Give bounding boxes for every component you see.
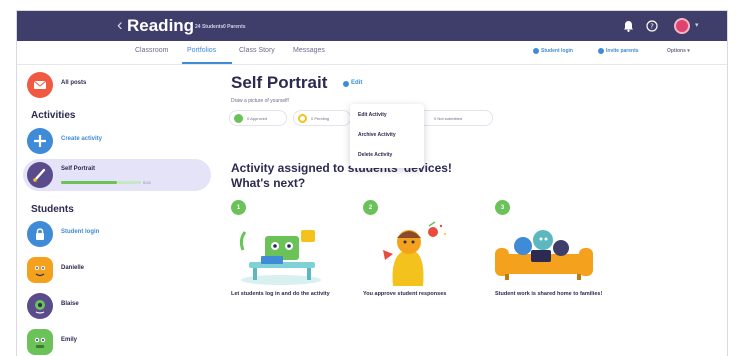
step-number: 2 xyxy=(363,200,378,215)
options-menu[interactable]: Options ▾ xyxy=(667,48,690,54)
menu-item-archive-activity[interactable]: Archive Activity xyxy=(358,132,396,138)
step-number: 3 xyxy=(495,200,510,215)
mail-icon xyxy=(27,72,53,98)
main-content: Self Portrait Edit Draw a picture of you… xyxy=(225,66,727,356)
whats-next-heading: What's next? xyxy=(231,176,306,190)
tab-class-story[interactable]: Class Story xyxy=(239,47,275,54)
pill-label: 0 Approved xyxy=(247,116,268,121)
sidebar-item-student[interactable]: Danielle xyxy=(23,254,211,286)
check-icon xyxy=(234,114,243,123)
chevron-down-icon[interactable]: ▾ xyxy=(695,21,699,29)
activity-progress-text: 0/24 xyxy=(143,180,151,185)
back-chevron-icon[interactable]: ‹ xyxy=(117,15,123,35)
active-tab-indicator xyxy=(182,62,232,64)
student-name: Blaise xyxy=(61,301,79,307)
student-name: Danielle xyxy=(61,265,85,271)
step-number: 1 xyxy=(231,200,246,215)
menu-item-delete-activity[interactable]: Delete Activity xyxy=(358,152,392,158)
parents-count[interactable]: 0 Parents xyxy=(223,24,246,30)
bell-icon[interactable] xyxy=(621,19,635,33)
status-pill-approved[interactable]: 0 Approved xyxy=(229,110,287,126)
svg-text:?: ? xyxy=(650,23,654,31)
teacher-approves-illustration xyxy=(363,220,473,293)
edit-dropdown-menu: Edit Activity Archive Activity Delete Ac… xyxy=(350,104,424,168)
sidebar-item-student[interactable]: Emily xyxy=(23,326,211,356)
sidebar: All posts Activities Create activity Sel… xyxy=(17,66,217,356)
students-heading: Students xyxy=(31,204,74,215)
activity-instructions: Draw a picture of yourself! xyxy=(231,98,290,104)
pill-label: 0 Pending xyxy=(311,116,330,121)
menu-item-edit-activity[interactable]: Edit Activity xyxy=(358,112,387,118)
sub-navigation: Classroom Portfolios Class Story Message… xyxy=(17,41,727,65)
pill-label: 0 Not submitted xyxy=(434,116,463,121)
step-caption: You approve student responses xyxy=(363,291,447,297)
page-title: Self Portrait xyxy=(231,73,328,92)
activity-progress-bar xyxy=(61,181,141,184)
status-pill-pending[interactable]: 0 Pending xyxy=(293,110,351,126)
monster-avatar-icon xyxy=(27,293,53,319)
lock-icon xyxy=(27,221,53,247)
step-card: 1 Let students log in and do the activit… xyxy=(231,200,361,320)
help-icon[interactable]: ? xyxy=(645,19,659,33)
step-card: 3 Student work is shared home to familie… xyxy=(495,200,625,320)
students-count[interactable]: 24 Students xyxy=(195,24,223,30)
sidebar-item-label: Student login xyxy=(61,229,100,235)
sidebar-item-label: Create activity xyxy=(61,136,103,142)
edit-button[interactable]: Edit xyxy=(351,80,362,86)
avatar[interactable] xyxy=(674,18,690,34)
monster-avatar-icon xyxy=(27,257,53,283)
sidebar-item-student-login[interactable]: Student login xyxy=(23,218,211,250)
sidebar-item-label: Self Portrait xyxy=(61,166,96,172)
step-card: 2 You approve student responses xyxy=(363,200,493,320)
brush-icon xyxy=(27,162,53,188)
monster-avatar-icon xyxy=(27,329,53,355)
step-caption: Student work is shared home to families! xyxy=(495,291,603,297)
student-login-link[interactable]: Student login xyxy=(541,48,573,54)
sidebar-item-student[interactable]: Blaise xyxy=(23,290,211,322)
gear-icon[interactable] xyxy=(343,81,349,87)
plus-icon xyxy=(27,128,53,154)
top-bar: ‹ Reading 24 Students 0 Parents ? ▾ xyxy=(17,11,727,41)
tab-portfolios[interactable]: Portfolios xyxy=(187,47,216,54)
tab-messages[interactable]: Messages xyxy=(293,47,325,54)
sidebar-item-self-portrait[interactable]: Self Portrait 0/24 xyxy=(23,159,211,191)
sidebar-item-create-activity[interactable]: Create activity xyxy=(23,125,211,157)
student-at-computer-illustration xyxy=(231,220,341,293)
tab-classroom[interactable]: Classroom xyxy=(135,47,168,54)
clock-icon xyxy=(298,114,307,123)
invite-parents-icon xyxy=(598,48,604,54)
family-on-couch-illustration xyxy=(495,220,605,293)
sidebar-item-all-posts[interactable]: All posts xyxy=(23,69,211,101)
class-title[interactable]: Reading xyxy=(127,16,194,36)
step-caption: Let students log in and do the activity xyxy=(231,291,330,297)
app-window: ‹ Reading 24 Students 0 Parents ? ▾ Clas… xyxy=(16,10,728,356)
student-login-icon xyxy=(533,48,539,54)
student-name: Emily xyxy=(61,337,78,343)
activities-heading: Activities xyxy=(31,110,76,121)
invite-parents-link[interactable]: Invite parents xyxy=(606,48,639,54)
sidebar-item-label: All posts xyxy=(61,80,87,86)
